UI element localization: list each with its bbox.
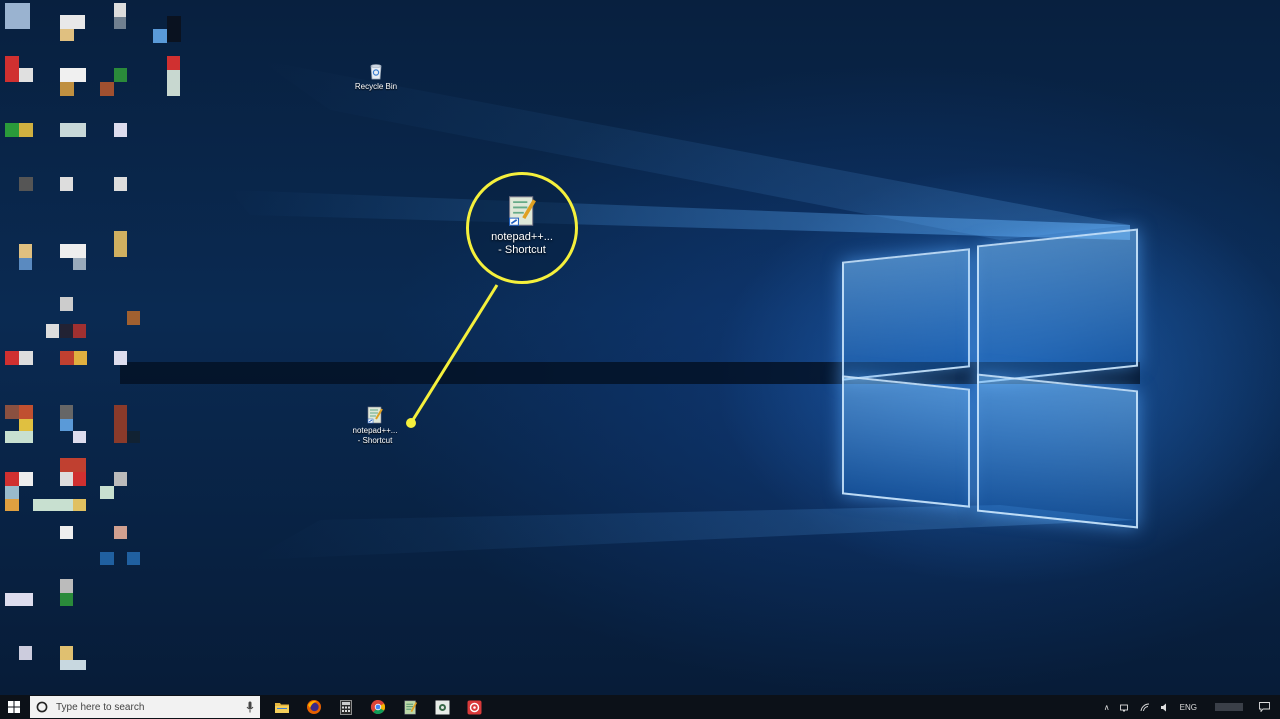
notepad-plus-plus-icon	[403, 700, 417, 714]
taskbar-photos[interactable]	[428, 695, 456, 719]
network-icon[interactable]	[1119, 703, 1130, 712]
taskbar-search-box[interactable]	[30, 696, 260, 718]
cortana-circle-icon	[36, 701, 48, 713]
clock-area[interactable]	[1215, 703, 1243, 711]
windows-logo-pane-bottom-right	[977, 373, 1138, 529]
magnified-callout-circle: notepad++... - Shortcut	[466, 172, 578, 284]
firefox-icon	[307, 700, 321, 714]
calculator-icon	[340, 699, 352, 715]
taskbar: ∧ ENG	[0, 695, 1280, 719]
language-indicator[interactable]: ENG	[1180, 703, 1197, 712]
file-explorer-icon	[275, 703, 289, 713]
desktop-wallpaper: Recycle Bin notepad++... - Shortcut note…	[0, 0, 1280, 695]
taskbar-media-app[interactable]	[460, 695, 488, 719]
taskbar-file-explorer[interactable]	[268, 695, 296, 719]
callout-label-line1: notepad++...	[491, 231, 553, 243]
photos-icon	[435, 700, 449, 714]
show-hidden-icons-chevron-icon[interactable]: ∧	[1104, 703, 1110, 712]
system-tray: ∧ ENG	[1104, 695, 1280, 719]
volume-icon[interactable]	[1160, 703, 1170, 712]
windows-logo-pane-bottom-left	[842, 375, 970, 508]
notepad-shortcut-label-line2: - Shortcut	[357, 436, 393, 445]
start-button[interactable]	[0, 695, 28, 719]
windows-logo-pane-top-right	[977, 228, 1138, 384]
search-input[interactable]	[54, 700, 246, 714]
microphone-icon[interactable]	[246, 701, 254, 713]
action-center-icon[interactable]	[1259, 702, 1270, 712]
recycle-bin-icon	[367, 62, 385, 80]
notepad-shortcut-label-line1: notepad++...	[352, 426, 398, 435]
taskbar-chrome[interactable]	[364, 695, 392, 719]
notepad-shortcut-icon-tile[interactable]: notepad++... - Shortcut	[343, 406, 407, 446]
callout-notepad-icon	[506, 195, 538, 227]
windows-logo-pane-top-left	[842, 248, 970, 381]
recycle-bin-shortcut[interactable]: Recycle Bin	[344, 62, 408, 92]
taskbar-firefox[interactable]	[300, 695, 328, 719]
pixelated-desktop-icons	[5, 3, 181, 670]
taskbar-calculator[interactable]	[332, 695, 360, 719]
notepad-plus-plus-icon	[366, 406, 384, 424]
callout-label-line2: - Shortcut	[498, 244, 546, 256]
windows-start-icon	[8, 701, 20, 713]
recycle-bin-label: Recycle Bin	[354, 82, 398, 91]
media-app-icon	[467, 700, 481, 714]
taskbar-notepad-plus-plus[interactable]	[396, 695, 424, 719]
chrome-icon	[370, 699, 385, 715]
wifi-icon[interactable]	[1140, 703, 1150, 712]
